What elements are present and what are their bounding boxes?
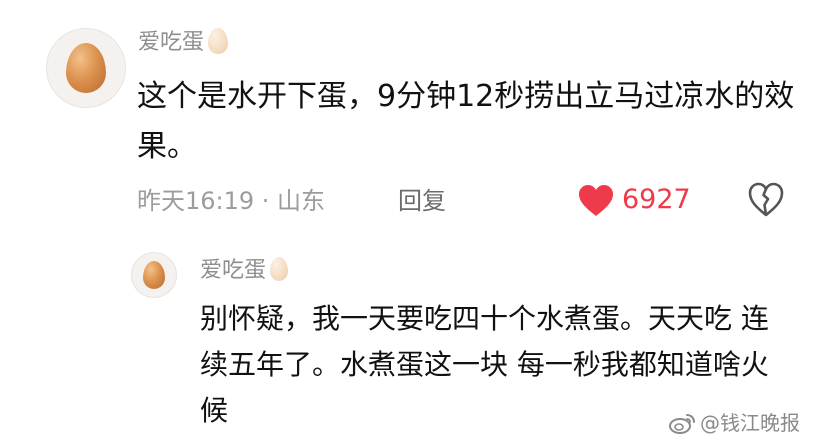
- comment-time-location: 昨天16:19 · 山东: [137, 187, 326, 215]
- watermark-text: @钱江晚报: [700, 411, 800, 435]
- reply-button[interactable]: 回复: [398, 184, 446, 218]
- weibo-icon: [669, 414, 695, 434]
- broken-heart-icon[interactable]: [748, 182, 784, 218]
- watermark: @钱江晚报: [668, 408, 800, 438]
- reply-username-text: 爱吃蛋: [200, 258, 267, 283]
- like-count: 6927: [622, 184, 691, 215]
- reply-avatar[interactable]: [131, 252, 177, 298]
- egg-avatar-icon: [66, 43, 106, 93]
- comment-text: 这个是水开下蛋，9分钟12秒捞出立马过凉水的效果。: [137, 79, 795, 164]
- comment-username-text: 爱吃蛋: [138, 30, 205, 55]
- comment-avatar[interactable]: [46, 28, 126, 108]
- egg-icon: [270, 257, 289, 281]
- reply-username[interactable]: 爱吃蛋: [200, 256, 289, 286]
- egg-icon: [208, 28, 229, 54]
- egg-avatar-icon: [143, 261, 165, 289]
- heart-icon[interactable]: [578, 184, 614, 218]
- comment-username[interactable]: 爱吃蛋: [138, 28, 229, 58]
